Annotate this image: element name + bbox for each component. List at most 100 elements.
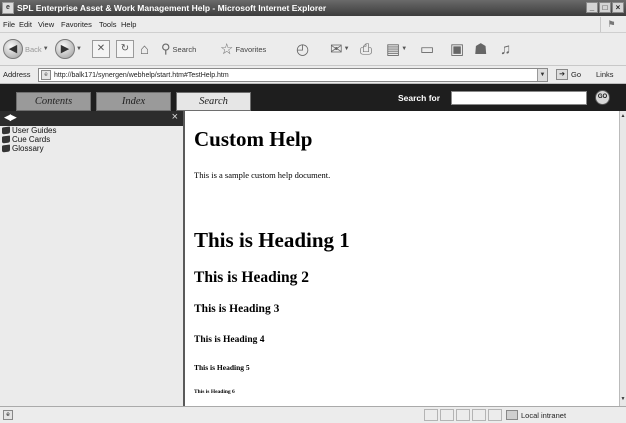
go-arrow-icon: ➔ <box>556 69 568 80</box>
status-bar: e Local intranet <box>0 406 626 423</box>
mail-dropdown-icon[interactable]: ▼ <box>344 46 350 52</box>
edit-dropdown-icon[interactable]: ▼ <box>401 46 407 52</box>
security-zone[interactable]: Local intranet <box>506 410 566 420</box>
window-title: SPL Enterprise Asset & Work Management H… <box>17 3 327 13</box>
help-content: Custom Help This is a sample custom help… <box>187 111 619 406</box>
history-button[interactable]: ◴ <box>296 38 309 60</box>
menu-file[interactable]: File <box>3 20 15 29</box>
star-icon: ☆ <box>220 41 234 58</box>
forward-arrow-icon: ▶ <box>55 39 75 59</box>
nav-item-cue-cards[interactable]: Cue Cards <box>2 135 183 144</box>
help-search-go-button[interactable]: GO <box>595 90 610 105</box>
go-label: Go <box>571 70 582 79</box>
edit-button[interactable]: ▤ ▼ <box>386 38 407 60</box>
windows-flag-icon: ⚑ <box>600 17 622 32</box>
tab-search[interactable]: Search <box>176 92 251 111</box>
vertical-scrollbar[interactable]: ▲ ▼ <box>619 111 626 406</box>
menu-edit[interactable]: Edit <box>19 20 32 29</box>
tab-index[interactable]: Index <box>96 92 171 111</box>
menu-favorites[interactable]: Favorites <box>61 20 92 29</box>
maximize-button[interactable]: □ <box>599 2 611 13</box>
close-panel-icon[interactable]: × <box>172 111 178 123</box>
ie-app-icon[interactable]: e <box>2 2 14 14</box>
mail-button[interactable]: ✉ ▼ <box>330 38 350 60</box>
sync-arrows-icon[interactable]: ◀▶ <box>4 112 17 123</box>
scroll-down-icon[interactable]: ▼ <box>620 396 626 404</box>
contents-panel-header: ◀▶ × <box>0 111 183 126</box>
address-label: Address <box>3 70 31 79</box>
stop-icon: ✕ <box>92 40 110 58</box>
favorites-label: Favorites <box>235 44 267 54</box>
back-arrow-icon: ◀ <box>3 39 23 59</box>
search-button[interactable]: ⚲ Search <box>161 38 196 60</box>
research-icon: ▣ <box>450 41 465 58</box>
media-button[interactable]: ♫ <box>500 38 511 60</box>
heading-5: This is Heading 5 <box>194 363 250 372</box>
intro-paragraph: This is a sample custom help document. <box>194 170 331 180</box>
address-dropdown-icon[interactable]: ▼ <box>537 69 547 81</box>
contents-panel: ◀▶ × User Guides Cue Cards Glossary <box>0 111 185 406</box>
favorites-button[interactable]: ☆ Favorites <box>220 38 266 60</box>
messenger-icon: ☗ <box>474 41 488 58</box>
search-label: Search <box>172 44 197 54</box>
status-pane <box>472 409 486 421</box>
edit-icon: ▤ <box>386 41 401 58</box>
address-url[interactable]: http://balk171/synergen/webhelp/start.ht… <box>54 72 537 79</box>
mail-icon: ✉ <box>330 41 343 58</box>
links-button[interactable]: Links <box>596 70 614 79</box>
page-title: Custom Help <box>194 127 313 151</box>
status-pane <box>456 409 470 421</box>
page-status-icon: e <box>3 410 13 420</box>
menu-tools[interactable]: Tools <box>99 20 117 29</box>
home-button[interactable]: ⌂ <box>140 38 149 60</box>
status-panes <box>424 409 502 421</box>
nav-item-glossary[interactable]: Glossary <box>2 144 183 153</box>
print-icon: ⎙ <box>360 40 373 58</box>
tab-contents[interactable]: Contents <box>16 92 91 111</box>
scroll-up-icon[interactable]: ▲ <box>620 113 626 121</box>
book-icon <box>2 144 10 153</box>
book-icon <box>2 135 10 144</box>
refresh-button[interactable]: ↻ <box>116 38 134 60</box>
research-button[interactable]: ▣ <box>450 38 464 60</box>
page-icon: e <box>41 70 51 80</box>
heading-3: This is Heading 3 <box>194 303 280 315</box>
status-pane <box>424 409 438 421</box>
refresh-icon: ↻ <box>116 40 134 58</box>
print-button[interactable]: ⎙ <box>360 38 372 60</box>
help-toolbar: Contents Index Search Search for GO <box>0 84 626 111</box>
heading-1: This is Heading 1 <box>194 228 350 252</box>
minimize-button[interactable]: _ <box>586 2 598 13</box>
close-button[interactable]: × <box>612 2 624 13</box>
window-controls: _ □ × <box>586 2 624 13</box>
go-button[interactable]: ➔ Go <box>556 69 581 80</box>
discuss-button[interactable]: ▭ <box>420 38 434 60</box>
search-icon: ⚲ <box>161 41 171 56</box>
status-pane <box>488 409 502 421</box>
book-icon <box>2 126 10 135</box>
address-input[interactable]: e http://balk171/synergen/webhelp/start.… <box>38 68 548 82</box>
media-icon: ♫ <box>500 40 512 58</box>
menu-view[interactable]: View <box>38 20 54 29</box>
back-dropdown-icon[interactable]: ▼ <box>43 46 49 52</box>
forward-dropdown-icon[interactable]: ▼ <box>76 46 82 52</box>
status-pane <box>440 409 454 421</box>
stop-button[interactable]: ✕ <box>92 38 110 60</box>
back-button[interactable]: ◀ Back ▼ <box>3 38 49 60</box>
nav-item-user-guides[interactable]: User Guides <box>2 126 183 135</box>
messenger-button[interactable]: ☗ <box>474 38 487 60</box>
address-bar: Address e http://balk171/synergen/webhel… <box>0 66 626 84</box>
menu-help[interactable]: Help <box>121 20 136 29</box>
nav-item-label: Cue Cards <box>12 135 51 144</box>
discuss-icon: ▭ <box>420 41 435 58</box>
heading-6: This is Heading 6 <box>194 389 235 395</box>
zone-label: Local intranet <box>521 410 567 420</box>
heading-2: This is Heading 2 <box>194 269 309 286</box>
nav-item-label: Glossary <box>12 144 44 153</box>
menu-bar: File Edit View Favorites Tools Help ⚑ <box>0 16 626 33</box>
title-bar: e SPL Enterprise Asset & Work Management… <box>0 0 626 16</box>
help-search-input[interactable] <box>451 91 587 105</box>
forward-button[interactable]: ▶ ▼ <box>55 38 82 60</box>
nav-item-label: User Guides <box>12 126 57 135</box>
back-label: Back <box>25 44 42 54</box>
